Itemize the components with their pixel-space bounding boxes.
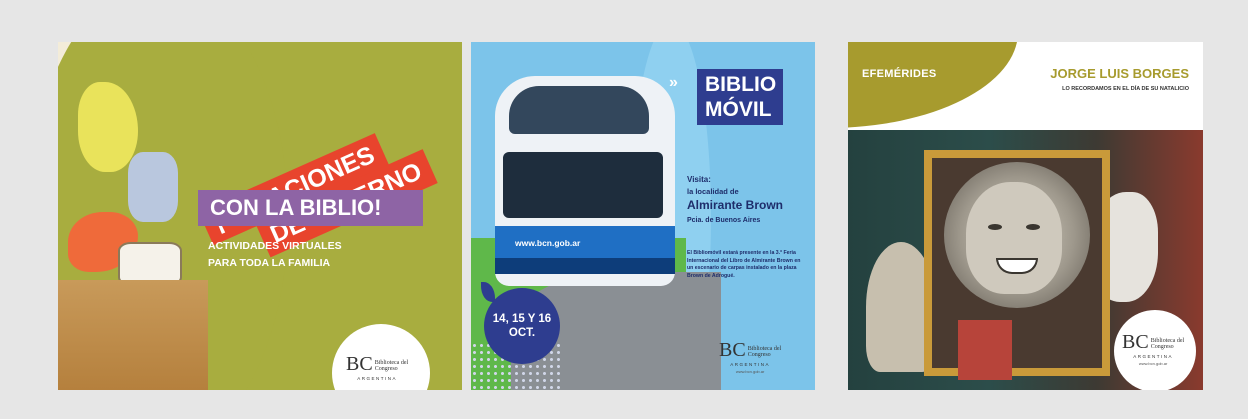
logo-country: ARGENTINA: [357, 376, 397, 381]
logo-initials: BC: [1122, 331, 1149, 353]
mouth: [996, 258, 1038, 274]
logo-url: www.bcn.gob.ar: [735, 369, 765, 374]
painting-detail: [958, 320, 1012, 380]
bus-top-window: [509, 86, 649, 134]
date-line-2: OCT.: [508, 327, 536, 339]
bus-illustration: www.bcn.gob.ar: [495, 76, 675, 286]
event-description: El Bibliomóvil estará presente en la 3.ª…: [687, 250, 801, 279]
bcn-logo: BC Biblioteca del Congreso ARGENTINA www…: [719, 340, 781, 374]
children-illustration: [58, 42, 288, 390]
logo-mark: BC Biblioteca del Congreso: [719, 340, 781, 360]
logo-country: ARGENTINA: [1133, 354, 1173, 359]
portrait-face: [966, 182, 1062, 294]
title-line-1: BIBLIO: [705, 73, 777, 96]
logo-url: www.bcn.gob.ar: [1138, 361, 1168, 366]
wooden-floor: [58, 280, 208, 390]
date-badge: 14, 15 Y 16 OCT.: [484, 288, 560, 364]
logo-name: Biblioteca del Congreso: [1151, 338, 1185, 350]
bcn-logo: BC Biblioteca del Congreso ARGENTINA www…: [1122, 332, 1184, 366]
place-name: Almirante Brown: [687, 198, 784, 212]
province-name: Pcia. de Buenos Aires: [687, 217, 761, 224]
bus-front-window: [503, 152, 663, 218]
illustration-shape: [78, 82, 138, 172]
logo-name-line-2: Congreso: [747, 352, 771, 358]
bus-stripe-dark: [495, 258, 675, 274]
card-efemerides-borges[interactable]: EFEMÉRIDES JORGE LUIS BORGES LO RECORDAM…: [848, 42, 1203, 390]
category-tag: EFEMÉRIDES: [862, 68, 937, 80]
card-bibliomovil[interactable]: www.bcn.gob.ar » BIBLIO MÓVIL Visita: la…: [471, 42, 815, 390]
logo-badge: BC Biblioteca del Congreso ARGENTINA: [332, 324, 430, 390]
logo-name-line-2: Congreso: [1150, 344, 1174, 350]
logo-mark: BC Biblioteca del Congreso: [346, 354, 408, 374]
date-line-1: 14, 15 Y 16: [492, 313, 552, 325]
logo-name: Biblioteca del Congreso: [748, 346, 782, 358]
subtitle-line-1: ACTIVIDADES VIRTUALES: [208, 240, 342, 252]
subtitle: ACTIVIDADES VIRTUALES PARA TODA LA FAMIL…: [208, 238, 342, 272]
bcn-logo: BC Biblioteca del Congreso ARGENTINA: [346, 354, 408, 381]
subtitle-line-2: PARA TODA LA FAMILIA: [208, 257, 331, 269]
bus-url: www.bcn.gob.ar: [515, 238, 581, 248]
logo-name: Biblioteca del Congreso: [375, 360, 409, 372]
eye-left: [988, 224, 1002, 230]
visit-label: Visita:: [687, 175, 711, 184]
tribute-subtitle: LO RECORDAMOS EN EL DÍA DE SU NATALICIO: [1062, 86, 1189, 92]
logo-name-line-2: Congreso: [374, 366, 398, 372]
logo-initials: BC: [346, 353, 373, 375]
logo-country: ARGENTINA: [730, 362, 770, 367]
logo-badge: BC Biblioteca del Congreso ARGENTINA www…: [1114, 310, 1196, 390]
locality-label: la localidad de: [687, 187, 739, 196]
biblio-movil-title: BIBLIO MÓVIL: [697, 69, 783, 125]
title-line-2: MÓVIL: [705, 98, 772, 121]
logo-initials: BC: [719, 339, 746, 361]
card-vacaciones-invierno[interactable]: ¡VACACIONES DE INVIERNO CON LA BIBLIO! A…: [58, 42, 462, 390]
chevron-icon: »: [669, 74, 678, 91]
illustration-shape: [128, 152, 178, 222]
eye-right: [1026, 224, 1040, 230]
logo-mark: BC Biblioteca del Congreso: [1122, 332, 1184, 352]
headline-line-3: CON LA BIBLIO!: [198, 190, 423, 226]
person-name: JORGE LUIS BORGES: [1050, 66, 1189, 81]
